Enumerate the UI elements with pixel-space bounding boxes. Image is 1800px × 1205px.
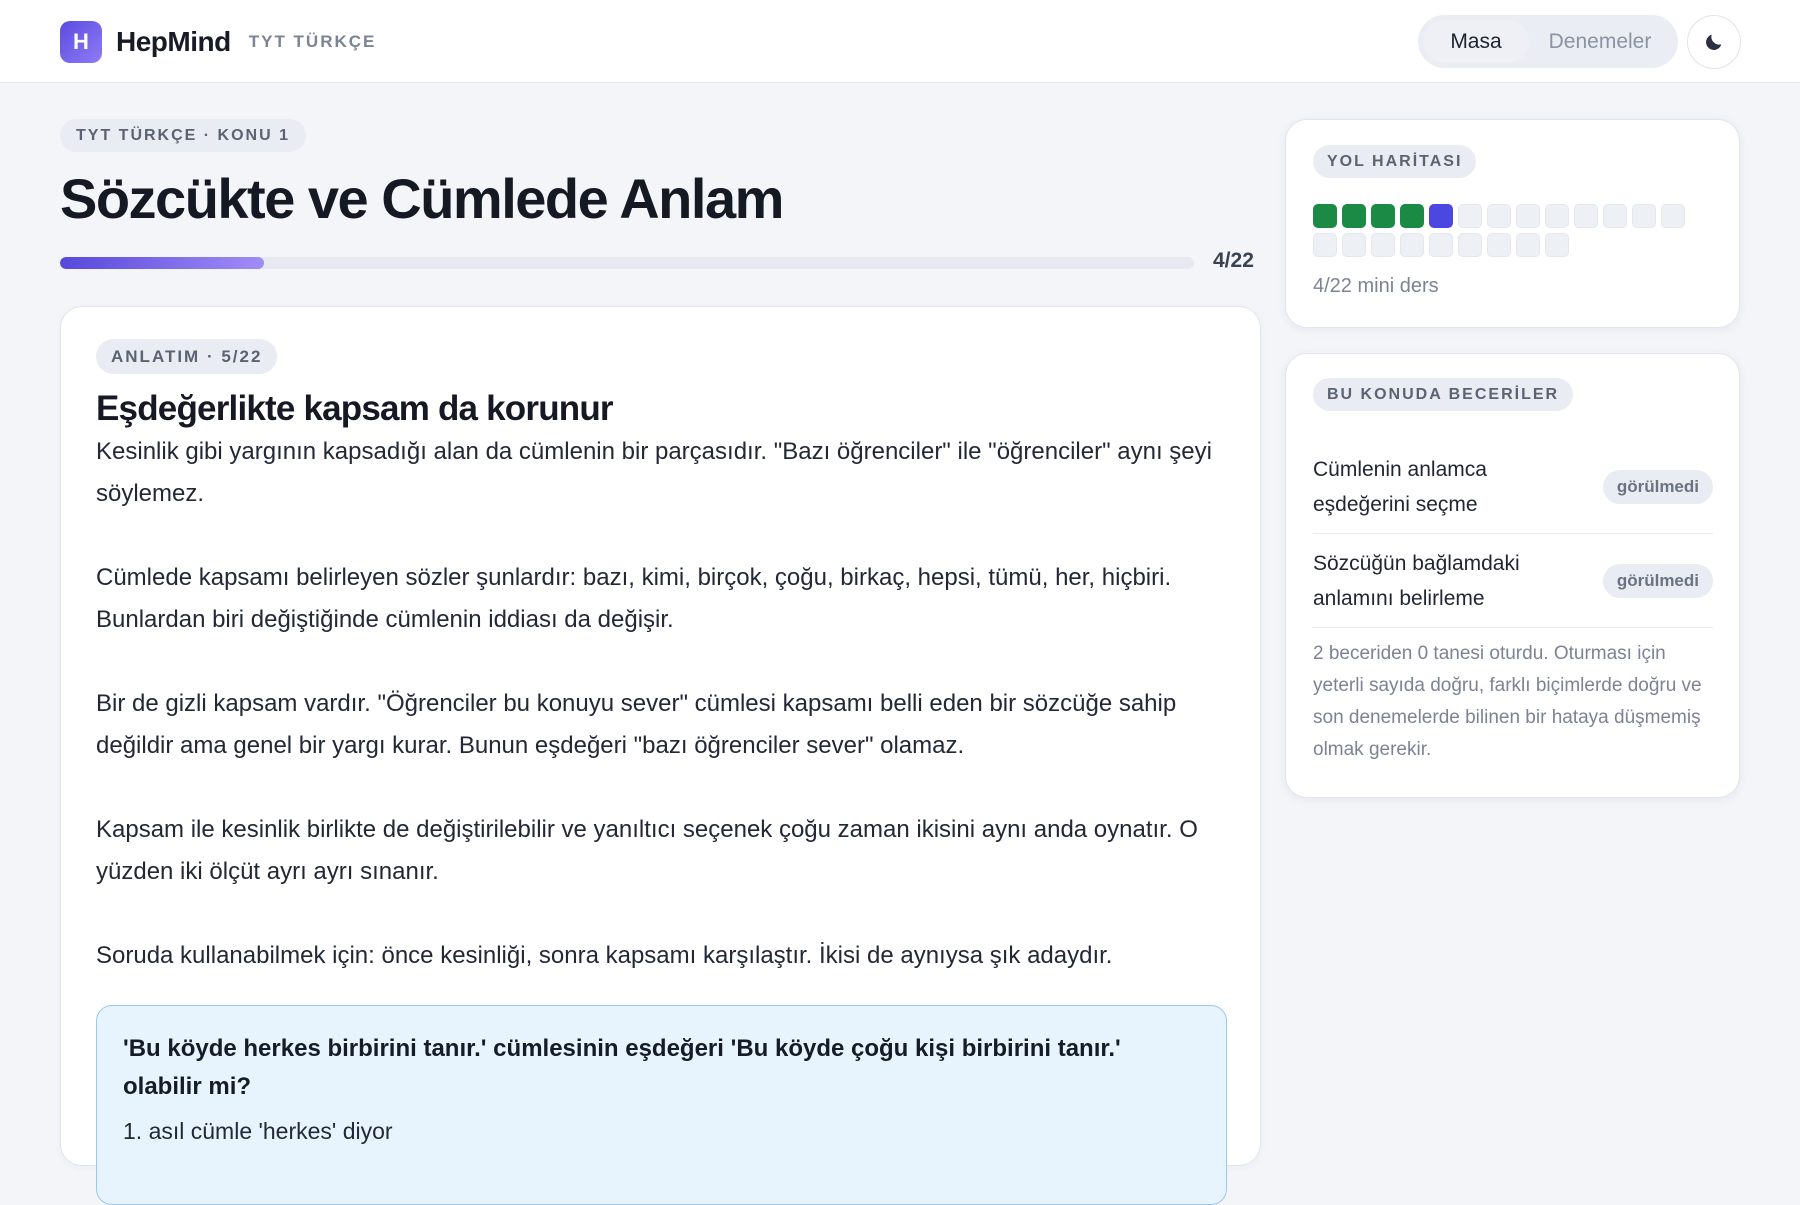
roadmap-step-pending: [1313, 233, 1337, 257]
roadmap-step-pending: [1516, 204, 1540, 228]
roadmap-step-done: [1371, 204, 1395, 228]
roadmap-label: YOL HARİTASI: [1313, 145, 1477, 178]
lesson-paragraph: Soruda kullanabilmek için: önce kesinliğ…: [96, 942, 1113, 969]
roadmap-step-pending: [1371, 233, 1395, 257]
nav-segmented-control: Masa Denemeler: [1418, 15, 1678, 68]
example-question: 'Bu köyde herkes birbirini tanır.' cümle…: [123, 1035, 1121, 1100]
skills-card: BU KONUDA BECERİLER Cümlenin anlamca eşd…: [1285, 353, 1740, 798]
roadmap-step-pending: [1603, 204, 1627, 228]
roadmap-step-done: [1313, 204, 1337, 228]
skill-row: Cümlenin anlamca eşdeğerini seçme görülm…: [1313, 440, 1713, 534]
moon-icon: [1706, 34, 1722, 50]
topic-progress-label: 4/22: [1213, 249, 1254, 272]
subject-label: TYT TÜRKÇE: [248, 32, 377, 51]
roadmap-step-pending: [1545, 233, 1569, 257]
topic-progress-fill: [60, 257, 265, 269]
roadmap-step-pending: [1487, 204, 1511, 228]
lesson-paragraph: Cümlede kapsamı belirleyen sözler şunlar…: [96, 564, 1172, 633]
brand[interactable]: H HepMind TYT TÜRKÇE: [60, 21, 376, 63]
lesson-paragraph: Kapsam ile kesinlik birlikte de değiştir…: [96, 816, 1198, 885]
lesson-heading: Eşdeğerlikte kapsam da korunur: [96, 389, 614, 428]
roadmap-step-pending: [1487, 233, 1511, 257]
lesson-paragraph: Bir de gizli kapsam vardır. "Öğrenciler …: [96, 690, 1177, 759]
topic-breadcrumb: TYT TÜRKÇE · KONU 1: [60, 119, 306, 152]
lesson-body: Kesinlik gibi yargının kapsadığı alan da…: [96, 431, 1231, 1019]
roadmap-step-pending: [1545, 204, 1569, 228]
roadmap-step-pending: [1574, 204, 1598, 228]
skills-note: 2 beceriden 0 tanesi oturdu. Oturması iç…: [1313, 643, 1702, 760]
roadmap-step-done: [1400, 204, 1424, 228]
page-title: Sözcükte ve Cümlede Anlam: [60, 167, 784, 230]
example-step: 1. asıl cümle 'herkes' diyor: [123, 1118, 393, 1144]
nav-denemeler-button[interactable]: Denemeler: [1529, 20, 1671, 63]
roadmap-card: YOL HARİTASI 4/22 mini ders: [1285, 119, 1740, 328]
roadmap-step-pending: [1429, 233, 1453, 257]
skill-status-badge: görülmedi: [1602, 469, 1713, 504]
roadmap-step-pending: [1400, 233, 1424, 257]
roadmap-step-pending: [1458, 233, 1482, 257]
topic-progress-bar: [60, 257, 1194, 269]
lesson-card: ANLATIM · 5/22 Eşdeğerlikte kapsam da ko…: [60, 306, 1261, 1205]
lesson-paragraph: Kesinlik gibi yargının kapsadığı alan da…: [96, 438, 1212, 507]
skill-label: Cümlenin anlamca eşdeğerini seçme: [1313, 457, 1487, 516]
roadmap-step-done: [1342, 204, 1366, 228]
theme-toggle-button[interactable]: [1687, 15, 1741, 69]
roadmap-step-current: [1429, 204, 1453, 228]
skills-label: BU KONUDA BECERİLER: [1313, 378, 1574, 411]
roadmap-step-pending: [1342, 233, 1366, 257]
nav-masa-button[interactable]: Masa: [1423, 20, 1529, 63]
roadmap-step-pending: [1516, 233, 1540, 257]
roadmap-caption: 4/22 mini ders: [1313, 275, 1439, 297]
skill-row: Sözcüğün bağlamdaki anlamını belirleme g…: [1313, 534, 1713, 628]
roadmap-step-pending: [1632, 204, 1656, 228]
roadmap-grid: [1313, 204, 1713, 257]
lesson-section-badge: ANLATIM · 5/22: [96, 339, 278, 374]
app-logo: H: [60, 21, 102, 63]
top-bar: H HepMind TYT TÜRKÇE Masa Denemeler: [0, 0, 1800, 83]
skill-label: Sözcüğün bağlamdaki anlamını belirleme: [1313, 551, 1520, 610]
app-name: HepMind: [116, 26, 231, 57]
example-callout: 'Bu köyde herkes birbirini tanır.' cümle…: [96, 1005, 1227, 1205]
roadmap-step-pending: [1458, 204, 1482, 228]
roadmap-step-pending: [1661, 204, 1685, 228]
skill-status-badge: görülmedi: [1602, 563, 1713, 598]
